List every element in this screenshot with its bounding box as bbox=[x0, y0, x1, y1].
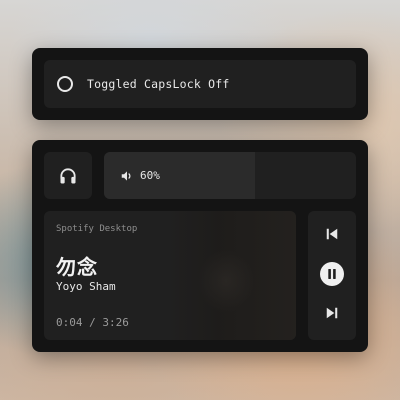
skip-previous-icon bbox=[326, 228, 338, 240]
notification-text: Toggled CapsLock Off bbox=[87, 77, 230, 91]
headphones-icon bbox=[60, 167, 76, 183]
previous-track-button[interactable] bbox=[308, 223, 356, 245]
capslock-notification: Toggled CapsLock Off bbox=[32, 48, 368, 120]
notification-tile: Toggled CapsLock Off bbox=[44, 60, 356, 108]
album-art bbox=[166, 211, 296, 340]
volume-slider[interactable]: 60% bbox=[104, 152, 356, 199]
speaker-icon bbox=[121, 170, 131, 181]
volume-label: 60% bbox=[140, 169, 160, 182]
track-artist: Yoyo Sham bbox=[56, 280, 116, 293]
media-widget: 60% Spotify Desktop 勿念 Yoyo Sham 0:04 / … bbox=[32, 140, 368, 352]
track-title: 勿念 bbox=[56, 255, 98, 279]
playback-controls bbox=[308, 211, 356, 340]
next-track-button[interactable] bbox=[308, 302, 356, 324]
circle-icon bbox=[57, 76, 73, 92]
skip-next-icon bbox=[326, 307, 338, 319]
player-source: Spotify Desktop bbox=[56, 224, 138, 234]
now-playing-panel: Spotify Desktop 勿念 Yoyo Sham 0:04 / 3:26 bbox=[44, 211, 296, 340]
audio-output-button[interactable] bbox=[44, 152, 92, 199]
track-time: 0:04 / 3:26 bbox=[56, 316, 129, 329]
pause-icon bbox=[320, 262, 344, 286]
play-pause-button[interactable] bbox=[308, 260, 356, 288]
